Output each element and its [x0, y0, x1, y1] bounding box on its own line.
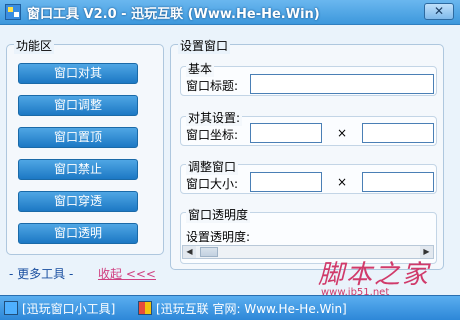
window-position-label: 窗口坐标: — [186, 128, 239, 142]
basic-section-title: 基本 — [186, 60, 215, 77]
website-icon — [138, 301, 152, 315]
window-disable-button[interactable]: 窗口禁止 — [18, 159, 138, 180]
window-size-label: 窗口大小: — [186, 177, 239, 191]
close-button[interactable]: ✕ — [424, 3, 454, 20]
window-title: 窗口工具 V2.0 - 迅玩互联 (Www.He-He.Win) — [27, 7, 320, 22]
window-topmost-button[interactable]: 窗口置顶 — [18, 127, 138, 148]
size-separator: × — [337, 175, 348, 189]
opacity-section-title: 窗口透明度 — [186, 206, 251, 223]
window-click-through-button[interactable]: 窗口穿透 — [18, 191, 138, 212]
window-align-button[interactable]: 窗口对其 — [18, 63, 138, 84]
app-status-icon — [4, 301, 18, 315]
size-height-input[interactable] — [362, 172, 434, 192]
position-separator: × — [337, 126, 348, 140]
title-bar[interactable]: 窗口工具 V2.0 - 迅玩互联 (Www.He-He.Win) ✕ — [0, 0, 460, 25]
function-group-title: 功能区 — [14, 37, 55, 54]
opacity-label: 设置透明度: — [186, 230, 251, 244]
scroll-left-arrow-icon[interactable]: ◀ — [183, 246, 196, 258]
watermark-text: 脚本之家 — [318, 260, 431, 290]
window-transparent-button[interactable]: 窗口透明 — [18, 223, 138, 244]
status-bar: [迅玩窗口小工具] [迅玩互联 官网: Www.He-He.Win] — [0, 295, 460, 320]
align-section-title: 对其设置: — [186, 109, 243, 126]
window-title-input[interactable] — [250, 74, 434, 94]
status-right-text[interactable]: [迅玩互联 官网: Www.He-He.Win] — [156, 300, 347, 317]
position-x-input[interactable] — [250, 123, 322, 143]
position-y-input[interactable] — [362, 123, 434, 143]
app-icon — [5, 4, 21, 20]
opacity-scroll-thumb[interactable] — [200, 247, 219, 257]
window-title-label: 窗口标题: — [186, 79, 239, 93]
resize-section-title: 调整窗口 — [186, 158, 239, 175]
status-left-text[interactable]: [迅玩窗口小工具] — [22, 300, 115, 317]
window-adjust-button[interactable]: 窗口调整 — [18, 95, 138, 116]
collapse-link[interactable]: 收起 <<< — [98, 265, 156, 282]
size-width-input[interactable] — [250, 172, 322, 192]
more-tools-link[interactable]: - 更多工具 - — [9, 265, 73, 282]
settings-group-title: 设置窗口 — [178, 37, 231, 54]
